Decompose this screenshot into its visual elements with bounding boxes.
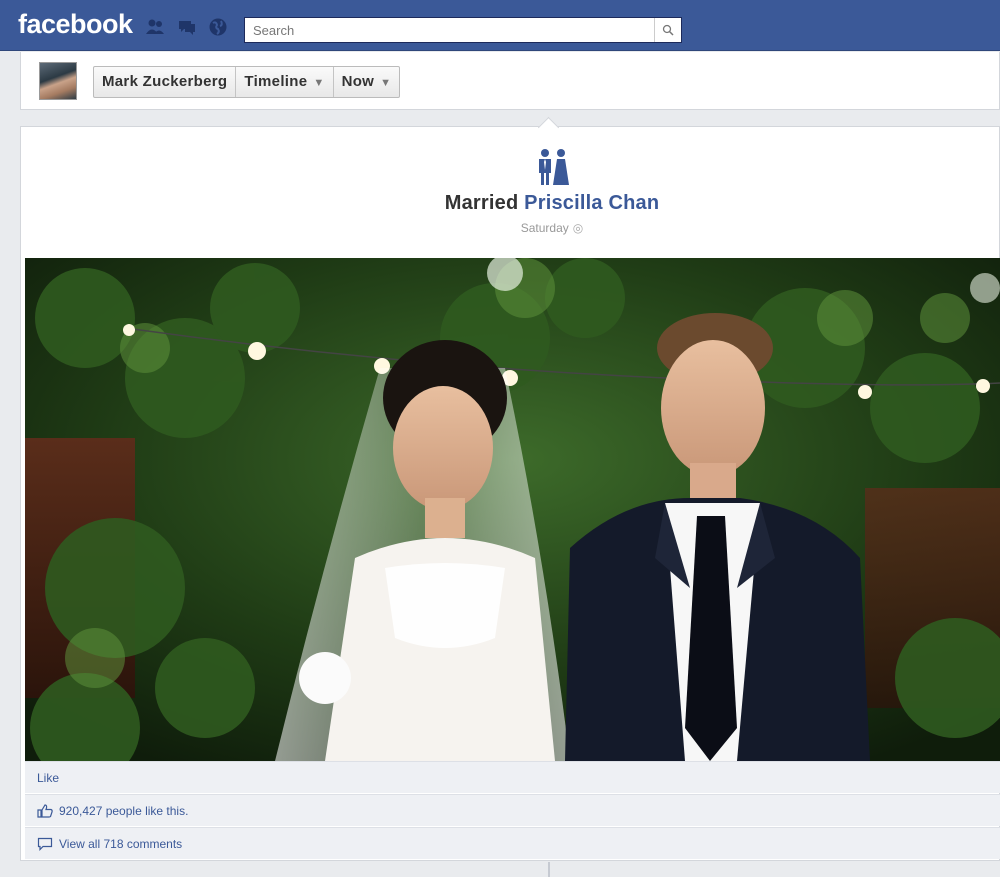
event-title: Married Priscilla Chan — [0, 192, 1000, 215]
view-comments-link[interactable]: View all 718 comments — [59, 837, 182, 851]
comment-icon — [37, 837, 53, 851]
partner-link[interactable]: Priscilla Chan — [524, 192, 659, 214]
period-label: Now — [341, 73, 375, 90]
comments-row: View all 718 comments — [25, 827, 1000, 859]
thumbs-up-icon — [37, 803, 53, 818]
wedding-photo[interactable] — [25, 258, 1000, 761]
globe-icon[interactable] — [208, 17, 228, 37]
timeline-label: Timeline — [244, 73, 308, 90]
period-button[interactable]: Now ▼ — [334, 67, 400, 97]
profile-name-button[interactable]: Mark Zuckerberg — [94, 67, 237, 97]
search-input[interactable] — [245, 18, 661, 42]
event-verb: Married — [444, 192, 519, 214]
top-bar: facebook — [0, 0, 1000, 51]
likes-count-link[interactable]: 920,427 people like this. — [59, 804, 188, 818]
profile-nav-bar: Mark Zuckerberg Timeline ▼ Now ▼ — [20, 52, 1000, 110]
event-date-text[interactable]: Saturday — [521, 221, 569, 235]
like-link[interactable]: Like — [37, 771, 59, 785]
wedding-icon — [539, 149, 569, 185]
event-date: Saturday ◎ — [0, 221, 1000, 235]
profile-name: Mark Zuckerberg — [102, 73, 228, 90]
privacy-globe-icon[interactable]: ◎ — [573, 221, 583, 235]
search-box — [244, 17, 682, 43]
chevron-down-icon: ▼ — [380, 77, 392, 89]
like-row: Like — [25, 761, 1000, 793]
messages-icon[interactable] — [177, 17, 197, 37]
likes-summary-row: 920,427 people like this. — [25, 794, 1000, 826]
friends-icon[interactable] — [145, 17, 165, 37]
breadcrumb: Mark Zuckerberg Timeline ▼ Now ▼ — [93, 66, 401, 98]
chevron-down-icon: ▼ — [313, 77, 325, 89]
timeline-button[interactable]: Timeline ▼ — [236, 67, 334, 97]
avatar[interactable] — [39, 62, 77, 100]
photo-illustration — [25, 258, 1000, 761]
search-button[interactable] — [654, 18, 681, 42]
timeline-spine — [548, 862, 550, 877]
facebook-logo[interactable]: facebook — [18, 9, 133, 40]
search-icon — [662, 24, 674, 36]
